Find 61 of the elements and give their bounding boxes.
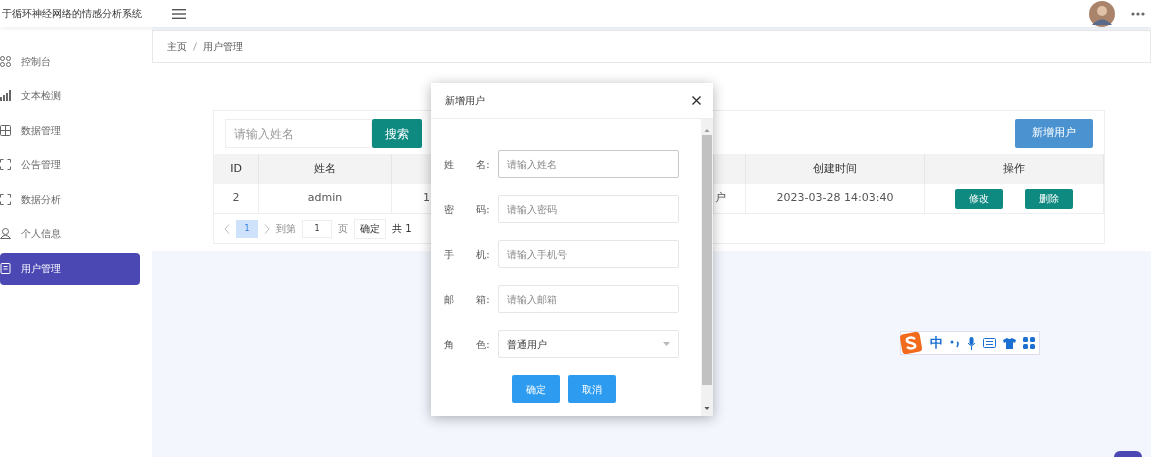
field-label: 角 色: xyxy=(444,337,491,352)
menu-icon[interactable] xyxy=(172,8,186,19)
input-field[interactable]: 请输入姓名 xyxy=(498,150,679,178)
edit-button[interactable]: 修改 xyxy=(955,188,1003,209)
shirt-icon[interactable] xyxy=(1003,337,1016,349)
column-header: ID xyxy=(214,154,259,184)
field-label: 手 机: xyxy=(444,247,491,262)
page-field[interactable]: 1 xyxy=(302,219,332,238)
add-user-button[interactable]: 新增用户 xyxy=(1015,119,1093,148)
ime-mode[interactable]: 中 xyxy=(930,333,943,353)
column-header: 创建时间 xyxy=(746,154,925,184)
page-button[interactable]: 1 xyxy=(236,219,258,238)
sidebar-item[interactable]: 公告管理 xyxy=(0,148,140,181)
table-cell: 户 xyxy=(714,184,746,214)
microphone-icon[interactable] xyxy=(967,336,976,350)
breadcrumb-item: 用户管理 xyxy=(203,40,243,54)
app-title: 于循环神经网络的情感分析系统 xyxy=(1,7,143,21)
column-header: 操作 xyxy=(925,154,1104,184)
scrollbar[interactable] xyxy=(701,119,713,416)
more-icon[interactable] xyxy=(1131,11,1145,16)
avatar[interactable] xyxy=(1089,0,1115,27)
breadcrumb-item[interactable]: 主页 xyxy=(167,39,187,54)
input-field[interactable]: 请输入手机号 xyxy=(498,240,679,268)
caret-icon xyxy=(663,342,670,346)
sidebar-item[interactable]: 数据管理 xyxy=(0,114,140,147)
goto-label: 到第 xyxy=(276,222,296,236)
document-icon xyxy=(0,263,11,275)
apps-icon[interactable] xyxy=(1023,337,1035,349)
keyboard-icon[interactable] xyxy=(983,338,996,348)
sidebar-item[interactable]: 文本检测 xyxy=(0,79,140,112)
table-cell: 2023-03-28 14:03:40 xyxy=(746,184,925,214)
search-button[interactable]: 搜索 xyxy=(372,119,422,148)
floating-button[interactable] xyxy=(1114,451,1142,457)
input-field[interactable]: 请输入邮箱 xyxy=(498,285,679,313)
sidebar-item[interactable]: 个人信息 xyxy=(0,217,140,250)
sidebar-item[interactable]: 用户管理 xyxy=(0,252,140,285)
column-header: 姓名 xyxy=(259,154,392,184)
expand-icon xyxy=(0,159,11,171)
delete-button[interactable]: 删除 xyxy=(1025,188,1073,209)
table-icon xyxy=(0,124,11,136)
table-cell: admin xyxy=(259,184,392,214)
close-icon[interactable] xyxy=(692,96,701,105)
search-field[interactable]: 请输入姓名 xyxy=(225,119,372,148)
page-unit: 页 xyxy=(338,222,348,236)
field-label: 邮 箱: xyxy=(444,292,491,307)
input-field[interactable]: 请输入密码 xyxy=(498,195,679,223)
table-cell: 2 xyxy=(214,184,259,214)
grid-icon xyxy=(0,55,11,67)
expand-icon xyxy=(0,193,11,205)
person-icon xyxy=(0,228,11,240)
bar-chart-icon xyxy=(0,90,11,102)
separator-icon xyxy=(193,42,197,51)
sidebar-item[interactable]: 控制台 xyxy=(0,45,140,77)
dialog-title: 新增用户 xyxy=(445,94,486,108)
role-select[interactable]: 普通用户 xyxy=(498,330,679,358)
total-count: 共 1 xyxy=(392,222,412,236)
sidebar-item[interactable]: 数据分析 xyxy=(0,183,140,216)
field-label: 密 码: xyxy=(444,202,491,217)
confirm-button[interactable]: 确定 xyxy=(354,218,386,239)
field-label: 姓 名: xyxy=(444,157,491,172)
punctuation-icon[interactable] xyxy=(950,338,960,348)
